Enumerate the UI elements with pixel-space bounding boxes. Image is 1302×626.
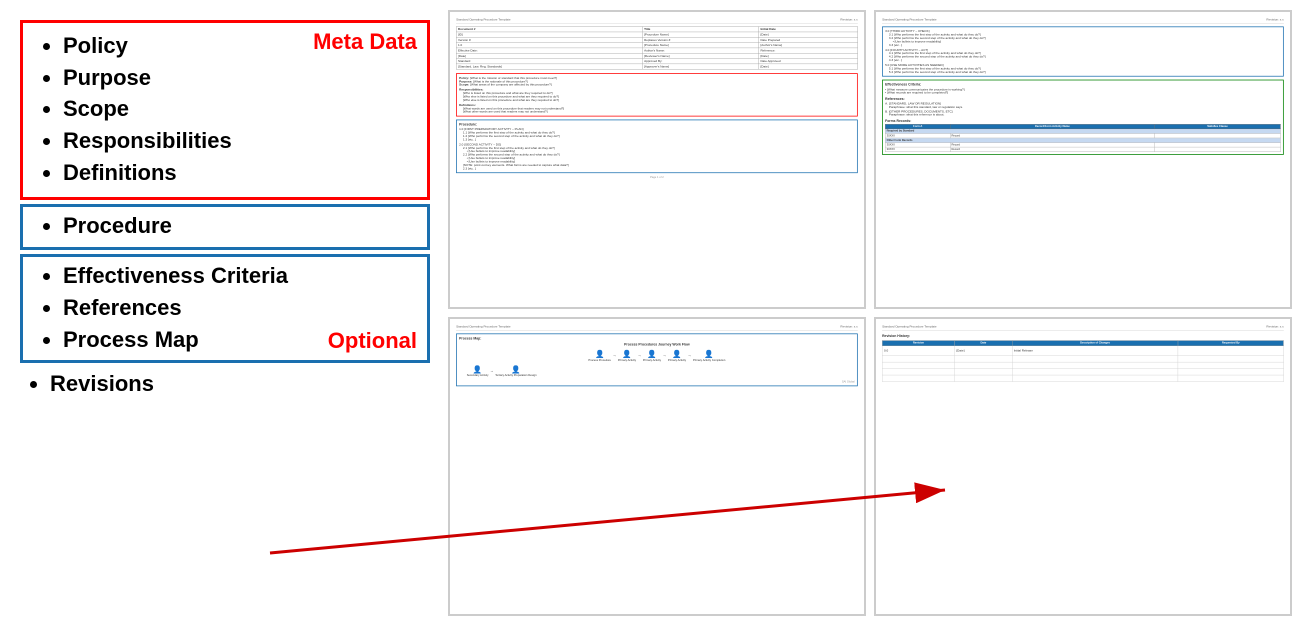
revision-row-4 [882, 375, 1283, 381]
list-item-definitions: Definitions [63, 158, 417, 188]
list-item-responsibilities: Responsibilities [63, 126, 417, 156]
list-item-purpose: Purpose [63, 63, 417, 93]
procedure-list: Procedure [33, 211, 417, 241]
revision-row-0: 0.0[Date]Initial Release [882, 346, 1283, 356]
list-item-revisions: Revisions [50, 371, 430, 397]
list-item-references: References [63, 293, 417, 323]
page2-header: Standard Operating Procedure Template Re… [882, 18, 1284, 23]
list-item-scope: Scope [63, 94, 417, 124]
process-map-box: Process Map: Process Procedures Journey … [456, 333, 858, 386]
left-panel: Meta Data Policy Purpose Scope Responsib… [0, 0, 440, 626]
meta-data-label: Meta Data [313, 29, 417, 55]
page4-header: Standard Operating Procedure Template Re… [882, 325, 1284, 330]
revisions-list: Revisions [50, 371, 430, 397]
page4-content: Standard Operating Procedure Template Re… [876, 319, 1290, 585]
meta-data-box: Meta Data Policy Purpose Scope Responsib… [20, 20, 430, 200]
optional-box: Effectiveness Criteria References Proces… [20, 254, 430, 363]
doc-preview-page1: Standard Operating Procedure Template Re… [448, 10, 866, 309]
page3-header: Standard Operating Procedure Template Re… [456, 325, 858, 330]
doc-preview-page2: Standard Operating Procedure Template Re… [874, 10, 1292, 309]
page2-content: Standard Operating Procedure Template Re… [876, 12, 1290, 278]
doc-preview-process-map: Standard Operating Procedure Template Re… [448, 317, 866, 616]
doc-preview-revision: Standard Operating Procedure Template Re… [874, 317, 1292, 616]
page1-blue-section: Procedure: 1.0 [FIRST PREPARATORY ACTIVI… [456, 120, 858, 174]
page1-header-table: Document #TitleInitial Date [ID][Procedu… [456, 26, 858, 69]
optional-label: Optional [328, 328, 417, 354]
page2-blue-section: 3.0 [THIRD ACTIVITY – CHECK] 3.1 [Who pe… [882, 26, 1284, 76]
list-item-procedure: Procedure [63, 211, 417, 241]
page1-content: Standard Operating Procedure Template Re… [450, 12, 864, 278]
forms-table: Form A Record/Form Activity Name Satisfi… [885, 124, 1281, 152]
procedure-box: Procedure [20, 204, 430, 250]
page2-green-section: Effectiveness Criteria: • [What measure … [882, 80, 1284, 155]
page3-content: Standard Operating Procedure Template Re… [450, 319, 864, 585]
page1-red-section: Policy: [What is the mission or standard… [456, 73, 858, 116]
right-panel: Standard Operating Procedure Template Re… [440, 0, 1302, 626]
list-item-effectiveness: Effectiveness Criteria [63, 261, 417, 291]
revision-table: Revision Date Description of Changes Req… [882, 340, 1284, 381]
page1-header: Standard Operating Procedure Template Re… [456, 18, 858, 23]
